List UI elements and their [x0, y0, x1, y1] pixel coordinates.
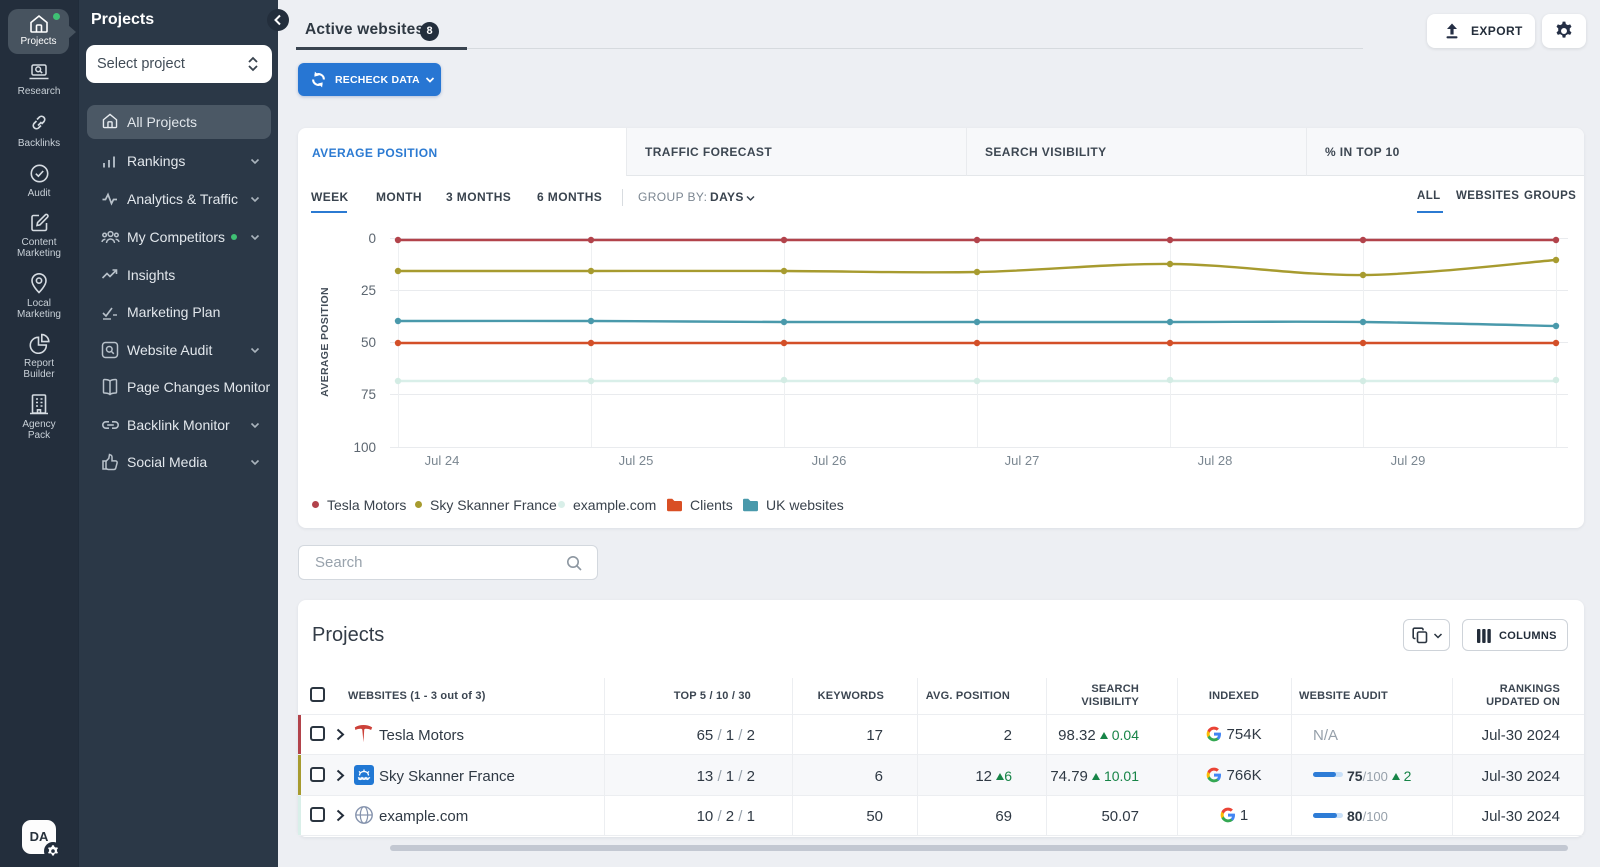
svg-text:100: 100	[353, 440, 376, 455]
svg-text:Jul 25: Jul 25	[619, 453, 654, 468]
svg-text:Jul 26: Jul 26	[812, 453, 847, 468]
svg-text:50: 50	[361, 335, 376, 350]
svg-text:Jul 24: Jul 24	[425, 453, 460, 468]
svg-text:Jul 29: Jul 29	[1391, 453, 1426, 468]
svg-text:Jul 28: Jul 28	[1198, 453, 1233, 468]
svg-text:Jul 27: Jul 27	[1005, 453, 1040, 468]
svg-text:0: 0	[368, 231, 376, 246]
svg-text:AVERAGE POSITION: AVERAGE POSITION	[319, 287, 331, 397]
svg-text:75: 75	[361, 387, 376, 402]
svg-text:25: 25	[361, 283, 376, 298]
